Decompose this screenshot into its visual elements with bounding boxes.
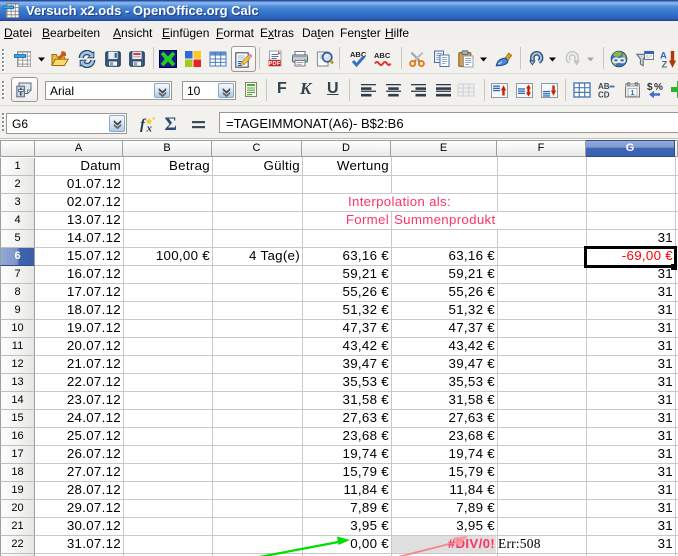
svg-text:CD: CD (598, 91, 610, 100)
svg-text:%: % (654, 82, 663, 93)
svg-text:$: $ (647, 82, 653, 93)
svg-text:Z: Z (662, 60, 668, 69)
svg-text:Σ: Σ (165, 115, 177, 133)
svg-text:ABC: ABC (374, 51, 391, 60)
svg-text:x: x (146, 123, 153, 135)
svg-text:1: 1 (630, 88, 634, 97)
svg-text:PDF: PDF (268, 61, 280, 67)
